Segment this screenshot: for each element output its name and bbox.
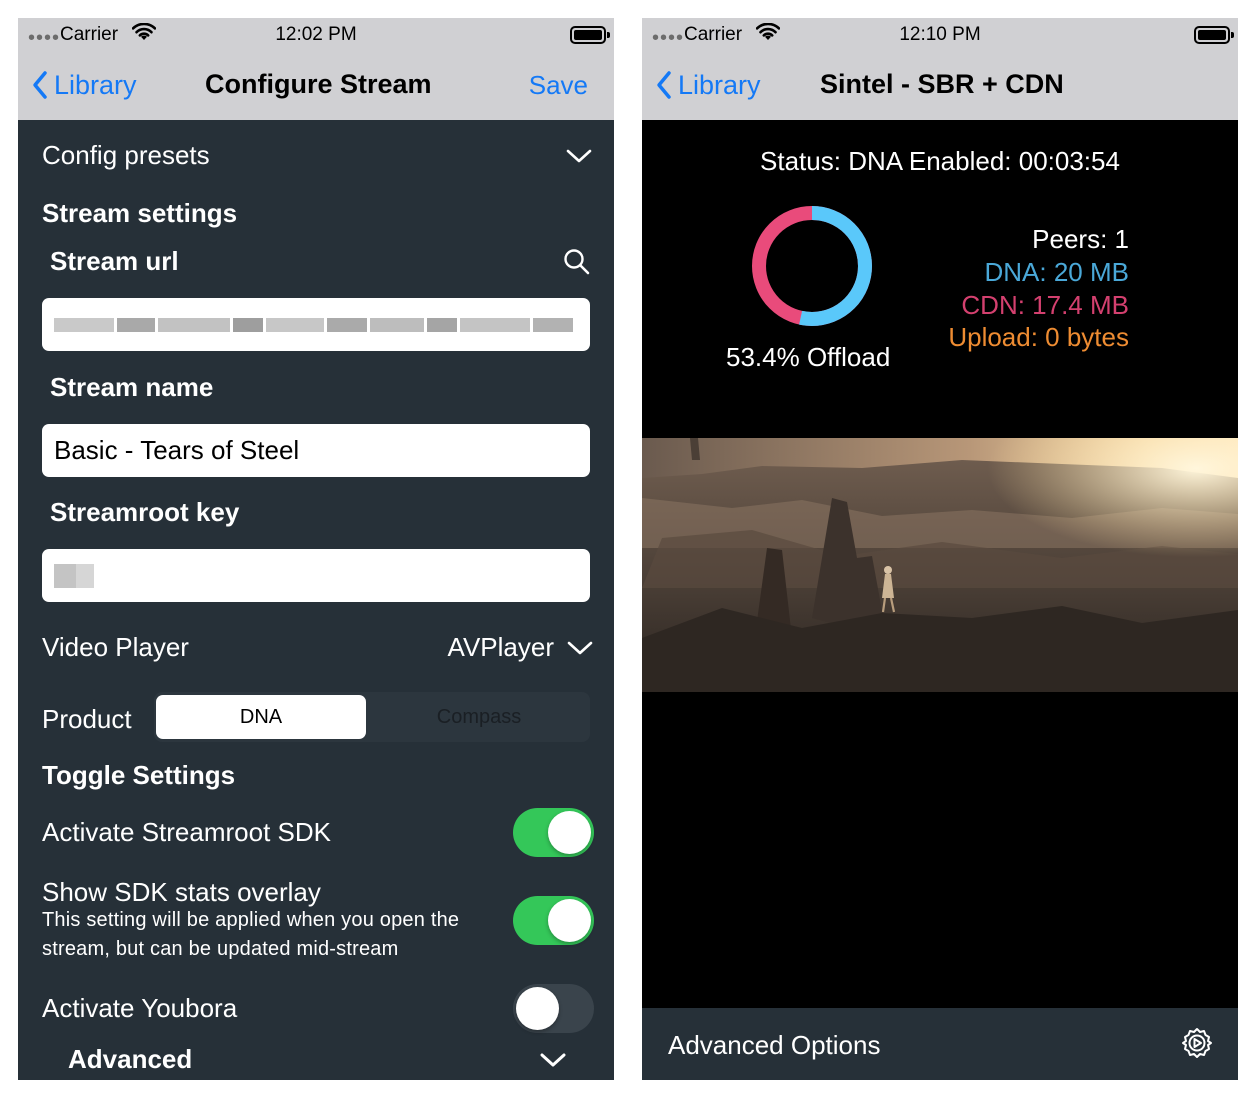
save-button[interactable]: Save [529,70,588,101]
battery-icon [1194,26,1234,44]
back-button[interactable]: Library [656,67,761,103]
video-player-label: Video Player [42,632,189,662]
clock: 12:02 PM [275,24,357,45]
page-title: Sintel - SBR + CDN [820,69,1064,99]
product-segmented-control: DNA Compass [154,692,590,742]
stats-overlay-label: Show SDK stats overlay [42,877,321,907]
redacted-url [54,298,573,351]
activate-sdk-toggle[interactable] [513,808,594,857]
navigation-bar: Library Configure Stream Save [18,52,614,120]
battery-icon [570,26,610,44]
chevron-down-icon [566,149,592,163]
stream-name-label: Stream name [50,372,214,402]
streamroot-key-label: Streamroot key [50,497,240,527]
product-option-compass[interactable]: Compass [372,695,586,739]
gear-icon[interactable] [1180,1026,1214,1060]
dna-status-text: Status: DNA Enabled: 00:03:54 [760,146,1120,176]
stream-url-field[interactable] [42,298,590,351]
advanced-options-label: Advanced Options [668,1030,881,1060]
video-player-value: AVPlayer [447,632,554,662]
back-button[interactable]: Library [32,67,137,103]
back-button-label: Library [678,69,761,100]
video-player[interactable] [642,438,1238,692]
configure-stream-screen: •••• Carrier 12:02 PM Library Configure … [18,18,614,1080]
cdn-stat: CDN: 17.4 MB [961,290,1129,320]
advanced-label: Advanced [68,1044,193,1074]
chevron-down-icon [540,1053,566,1067]
video-frame [642,438,1238,692]
dna-stat: DNA: 20 MB [984,257,1130,287]
youbora-toggle[interactable] [513,984,594,1033]
status-bar: •••• Carrier 12:10 PM [642,18,1238,52]
stats-overlay-toggle[interactable] [513,896,594,945]
product-option-dna[interactable]: DNA [156,695,366,739]
redacted-key [54,549,94,602]
config-presets-dropdown[interactable]: Config presets [18,138,614,178]
activate-sdk-label: Activate Streamroot SDK [42,817,331,847]
back-chevron-icon [33,71,47,99]
stream-settings-heading: Stream settings [42,198,238,228]
offload-donut-chart [752,206,872,326]
chevron-down-icon [567,641,593,655]
page-title: Configure Stream [205,69,432,99]
advanced-section-toggle[interactable]: Advanced [18,1040,614,1080]
clock: 12:10 PM [899,24,981,45]
player-screen: •••• Carrier 12:10 PM Library Sintel - S… [642,18,1238,1080]
config-presets-label: Config presets [42,140,210,170]
advanced-options-bar[interactable]: Advanced Options [642,1008,1238,1080]
navigation-bar: Library Sintel - SBR + CDN [642,52,1238,120]
stream-url-label: Stream url [50,246,179,276]
toggle-settings-heading: Toggle Settings [42,760,236,790]
search-icon[interactable] [563,248,591,276]
back-chevron-icon [657,71,671,99]
streamroot-key-field[interactable] [42,549,590,602]
status-bar: •••• Carrier 12:02 PM [18,18,614,52]
upload-stat: Upload: 0 bytes [948,322,1129,352]
back-button-label: Library [54,69,137,100]
offload-label: 53.4% Offload [726,342,891,372]
youbora-label: Activate Youbora [42,993,238,1023]
stats-overlay-hint: This setting will be applied when you op… [42,909,460,960]
video-player-dropdown[interactable]: Video Player AVPlayer [18,630,614,670]
peers-stat: Peers: 1 [1032,224,1129,254]
product-label: Product [42,704,132,734]
stream-name-field[interactable]: Basic - Tears of Steel [42,424,590,477]
